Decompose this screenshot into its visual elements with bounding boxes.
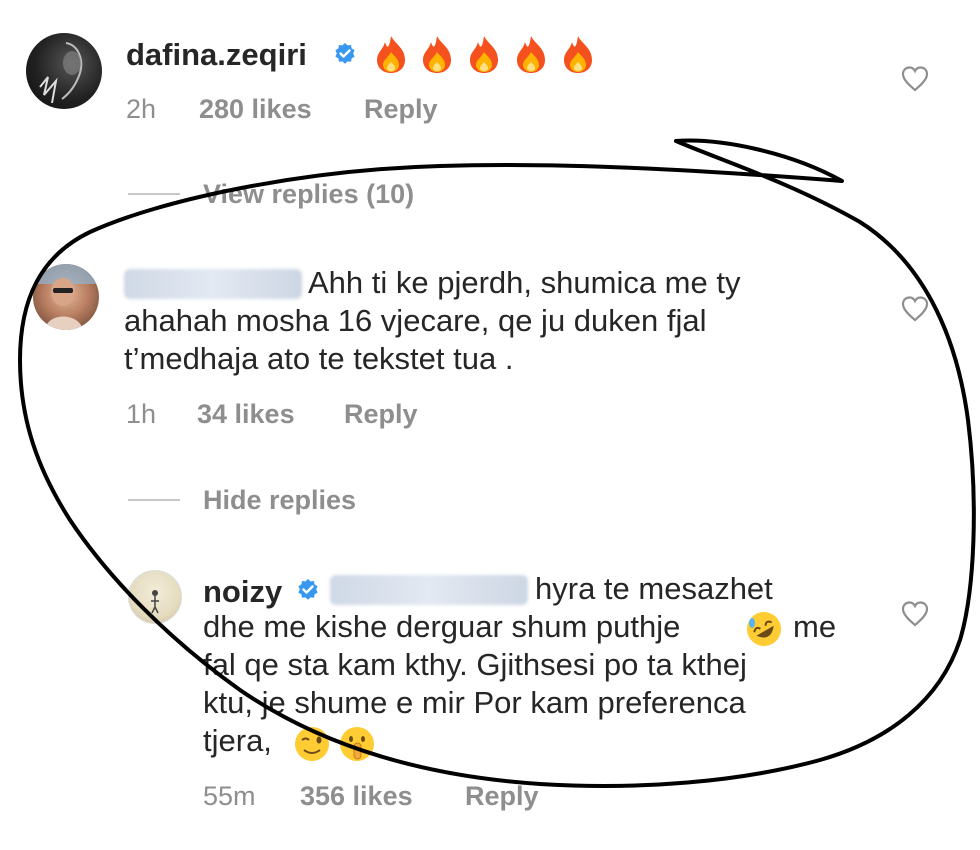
comment-text: Ahh ti ke pjerdh, shumica me ty — [308, 264, 740, 302]
avatar[interactable] — [26, 33, 102, 109]
comment-text-line: dhe me kishe derguar shum puthje — [203, 609, 681, 644]
heart-icon[interactable] — [900, 64, 930, 94]
avatar[interactable] — [33, 264, 99, 330]
comment-time: 1h — [126, 399, 157, 429]
rolling-laughing-emoji-icon — [747, 612, 781, 646]
comment-text-line: fal qe sta kam kthy. Gjithsesi po ta kth… — [203, 647, 747, 682]
comment-text-line: hyra te mesazhet — [535, 571, 773, 606]
comment-text-line: tjera, — [203, 723, 272, 758]
blurred-mention-link[interactable] — [330, 575, 528, 605]
shushing-face-emoji-icon — [340, 727, 374, 761]
comment-likes[interactable]: 34 likes — [197, 399, 295, 430]
comment-text: t’medhaja ato te tekstet tua . — [124, 340, 513, 378]
comment-text: hyra te mesazhet — [535, 570, 773, 608]
verified-badge-icon — [298, 579, 318, 600]
avatar[interactable] — [128, 570, 182, 624]
fire-emoji-icon — [377, 36, 405, 73]
comment-likes[interactable]: 280 likes — [199, 94, 312, 125]
comment-text: me — [793, 608, 836, 646]
reply-button[interactable]: Reply — [364, 94, 438, 125]
heart-icon[interactable] — [900, 599, 930, 629]
verified-badge-icon — [335, 43, 355, 64]
heart-icon[interactable] — [900, 294, 930, 324]
comment-text: ktu, je shume e mir Por kam preferenca — [203, 684, 746, 722]
comment-text: ahahah mosha 16 vjecare, qe ju duken fja… — [124, 302, 707, 340]
hide-replies-button[interactable]: Hide replies — [203, 485, 356, 516]
replies-divider — [128, 193, 180, 195]
comment-text: dhe me kishe derguar shum puthje — [203, 608, 680, 646]
comment-username[interactable]: noizy — [203, 574, 282, 610]
fire-emoji-icon — [517, 36, 545, 73]
comment-text: tjera, — [203, 722, 272, 760]
comment-likes[interactable]: 356 likes — [300, 781, 413, 812]
fire-emoji-icon — [470, 36, 498, 73]
replies-divider — [128, 499, 180, 501]
comment-username[interactable]: dafina.zeqiri — [126, 37, 307, 73]
comment-text-line: me — [793, 609, 837, 644]
comment-text-line: Ahh ti ke pjerdh, shumica me ty — [308, 265, 741, 300]
comment-text-line: ahahah mosha 16 vjecare, qe ju duken fja… — [124, 303, 707, 338]
fire-emoji-icon — [564, 36, 592, 73]
reply-button[interactable]: Reply — [344, 399, 418, 430]
winking-face-emoji-icon — [295, 727, 329, 761]
reply-button[interactable]: Reply — [465, 781, 539, 812]
view-replies-button[interactable]: View replies (10) — [203, 179, 414, 210]
comment-text: fal qe sta kam kthy. Gjithsesi po ta kth… — [203, 646, 747, 684]
fire-emoji-icon — [423, 36, 451, 73]
comment-time: 55m — [203, 781, 256, 811]
comment-time: 2h — [126, 94, 157, 124]
blurred-username[interactable] — [124, 269, 302, 299]
comment-text-line: t’medhaja ato te tekstet tua . — [124, 341, 514, 376]
comment-text-line: ktu, je shume e mir Por kam preferenca — [203, 685, 746, 720]
